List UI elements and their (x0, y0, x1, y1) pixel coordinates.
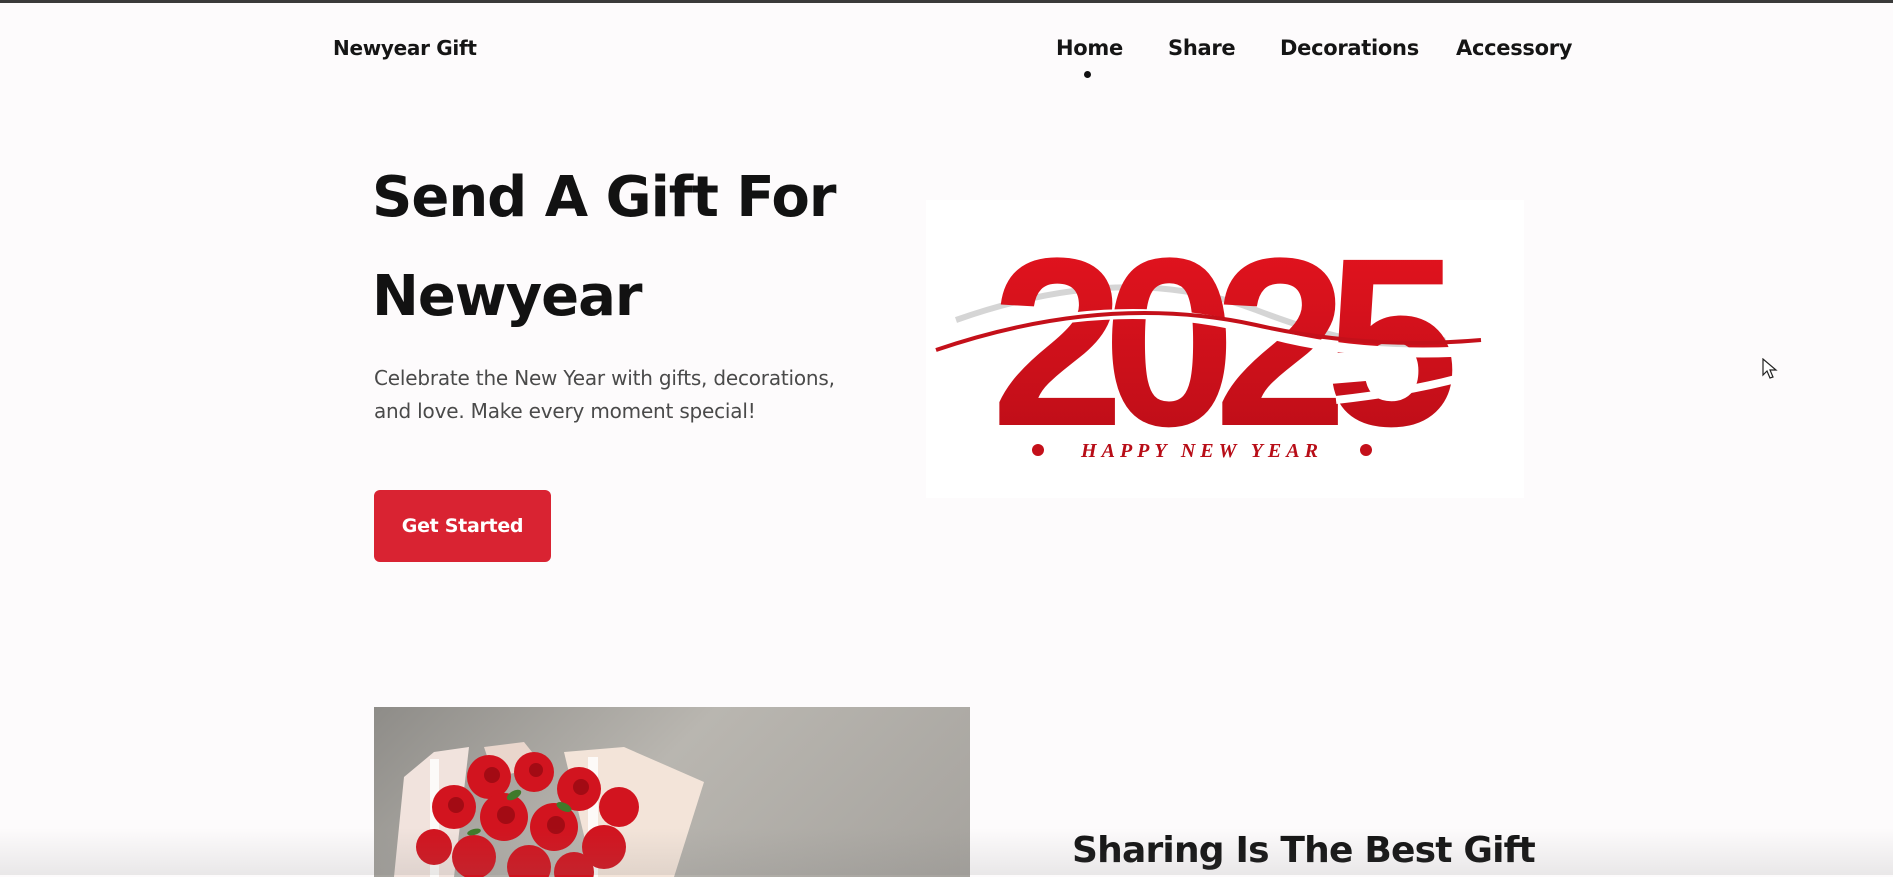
active-nav-indicator (1084, 71, 1091, 78)
roses-bouquet-image (374, 707, 970, 877)
site-logo[interactable]: Newyear Gift (333, 36, 477, 60)
get-started-button[interactable]: Get Started (374, 490, 551, 562)
nav-decorations[interactable]: Decorations (1280, 36, 1419, 60)
hero-title-line-1: Send A Gift For (372, 165, 836, 230)
nav-home[interactable]: Home (1056, 36, 1123, 60)
hero-title: Send A Gift For Newyear (372, 148, 892, 346)
hero-description: Celebrate the New Year with gifts, decor… (374, 366, 835, 423)
share-section-title: Sharing Is The Best Gift (1072, 830, 1536, 871)
window-top-border (0, 0, 1893, 3)
mouse-cursor-icon (1762, 358, 1778, 379)
hero-title-line-2: Newyear (372, 264, 642, 329)
nav-share[interactable]: Share (1168, 36, 1236, 60)
image-caption-text: HAPPY NEW YEAR (1080, 440, 1323, 462)
nav-accessory[interactable]: Accessory (1456, 36, 1572, 60)
new-year-2025-image: 2025 HAPPY NEW YEAR (926, 200, 1524, 498)
